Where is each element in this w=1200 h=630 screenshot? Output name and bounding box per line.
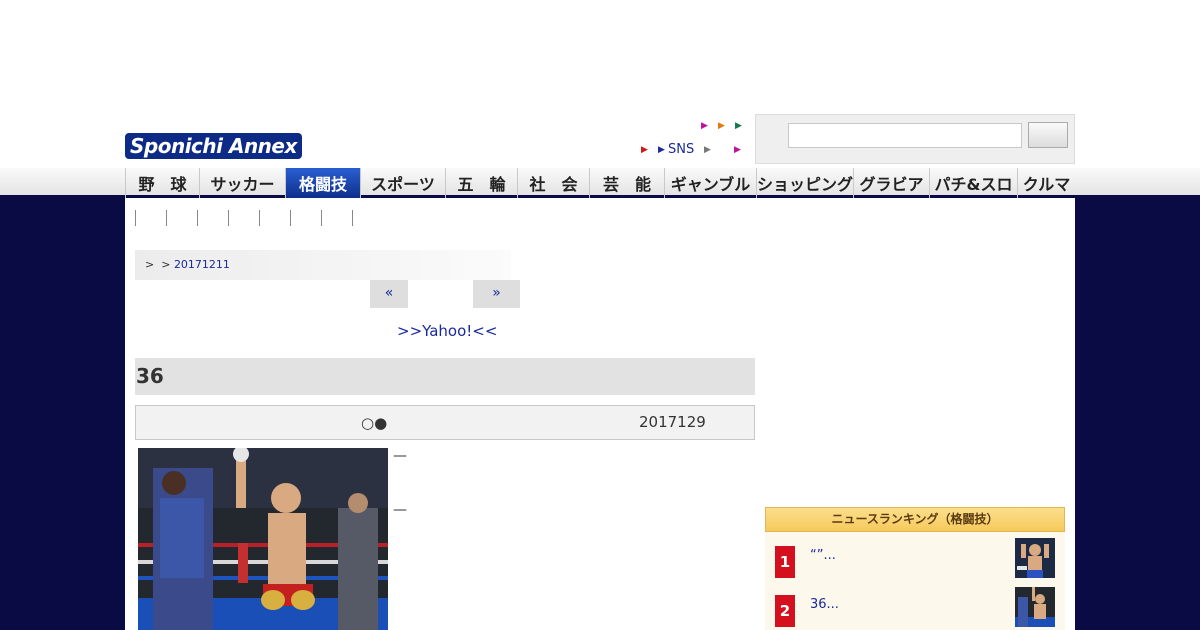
rank-number: 1 bbox=[775, 546, 795, 578]
nav-item-baseball[interactable]: 野 球 bbox=[125, 168, 200, 198]
sub-nav-item[interactable] bbox=[228, 210, 259, 226]
yahoo-link[interactable]: >>Yahoo!<< bbox=[397, 322, 497, 340]
ranking-item[interactable]: 1 “”... bbox=[765, 537, 1065, 581]
boxing-photo-illustration bbox=[138, 448, 388, 630]
search-input[interactable] bbox=[788, 123, 1022, 148]
rating-dots: ○● bbox=[361, 414, 388, 432]
rank-thumbnail[interactable] bbox=[1015, 538, 1055, 578]
nav-item-olympics[interactable]: 五 輪 bbox=[446, 168, 518, 198]
article-headline: 36 bbox=[135, 358, 755, 395]
sub-nav bbox=[135, 210, 383, 226]
rank-title[interactable]: “”... bbox=[810, 548, 836, 563]
nav-item-cars[interactable]: クルマ bbox=[1018, 168, 1075, 198]
nav-item-fighting[interactable]: 格闘技 bbox=[286, 168, 361, 198]
sub-nav-item[interactable] bbox=[321, 210, 352, 226]
nav-item-soccer[interactable]: サッカー bbox=[200, 168, 286, 198]
sub-nav-item[interactable] bbox=[290, 210, 321, 226]
breadcrumb-current[interactable]: 20171211 bbox=[174, 258, 230, 271]
article-text-dash: — bbox=[393, 448, 407, 464]
search-button[interactable] bbox=[1028, 122, 1068, 148]
rank-number: 2 bbox=[775, 595, 795, 627]
rank-thumbnail[interactable] bbox=[1015, 587, 1055, 627]
sub-nav-item[interactable] bbox=[352, 210, 383, 226]
ranking-list: 1 “”... 2 36... bbox=[765, 532, 1065, 630]
prev-article-button[interactable]: « bbox=[370, 280, 408, 308]
gray-bullet-icon[interactable]: ▶ bbox=[704, 145, 711, 155]
article-meta-bar: ○● 2017129 bbox=[135, 405, 755, 440]
pink-bullet-icon[interactable]: ▶ bbox=[701, 121, 708, 131]
green-bullet-icon[interactable]: ▶ bbox=[735, 121, 742, 131]
red-bullet-icon[interactable]: ▶ bbox=[641, 145, 648, 155]
nav-item-society[interactable]: 社 会 bbox=[518, 168, 590, 198]
nav-item-gambling[interactable]: ギャンブル bbox=[665, 168, 757, 198]
sub-nav-item[interactable] bbox=[135, 210, 166, 226]
next-article-button[interactable]: » bbox=[473, 280, 520, 308]
breadcrumb: > > 20171211 bbox=[135, 250, 511, 280]
blue-bullet-icon: ▶ bbox=[658, 145, 665, 155]
nav-item-pachislo[interactable]: パチ&スロ bbox=[930, 168, 1018, 198]
article-text-dash: — bbox=[393, 502, 407, 518]
boxing-thumbnail-illustration bbox=[1015, 587, 1055, 627]
sub-nav-item[interactable] bbox=[197, 210, 228, 226]
magenta-bullet-icon[interactable]: ▶ bbox=[734, 145, 741, 155]
ranking-item[interactable]: 2 36... bbox=[765, 586, 1065, 630]
breadcrumb-separator: > bbox=[161, 258, 171, 271]
search-panel bbox=[755, 114, 1075, 164]
sub-nav-item[interactable] bbox=[166, 210, 197, 226]
main-nav: 野 球 サッカー 格闘技 スポーツ 五 輪 社 会 芸 能 ギャンブル ショッピ… bbox=[125, 168, 1075, 198]
header-mini-links: ▶ ▶ ▶ ▶ ▶ SNS ▶ ▶ bbox=[640, 118, 750, 164]
article-date: 2017129 bbox=[639, 413, 706, 431]
sponichi-logo[interactable]: スポニチ Sponichi Annex bbox=[126, 118, 316, 160]
content-panel: > > 20171211 « » >>Yahoo!<< 36 ○● 201712… bbox=[125, 198, 1075, 630]
nav-item-gravure[interactable]: グラビア bbox=[854, 168, 930, 198]
nav-item-entertainment[interactable]: 芸 能 bbox=[590, 168, 665, 198]
nav-item-sports[interactable]: スポーツ bbox=[361, 168, 446, 198]
breadcrumb-separator: > bbox=[145, 258, 155, 271]
ranking-header: ニュースランキング（格闘技） bbox=[765, 507, 1065, 532]
article-photo[interactable] bbox=[138, 448, 388, 630]
nav-item-shopping[interactable]: ショッピング bbox=[757, 168, 854, 198]
sns-link[interactable]: SNS bbox=[668, 142, 694, 157]
logo-wordmark: Sponichi Annex bbox=[126, 134, 301, 158]
boxer-thumbnail-illustration bbox=[1015, 538, 1055, 578]
orange-bullet-icon[interactable]: ▶ bbox=[718, 121, 725, 131]
rank-title[interactable]: 36... bbox=[810, 597, 839, 612]
sub-nav-item[interactable] bbox=[259, 210, 290, 226]
